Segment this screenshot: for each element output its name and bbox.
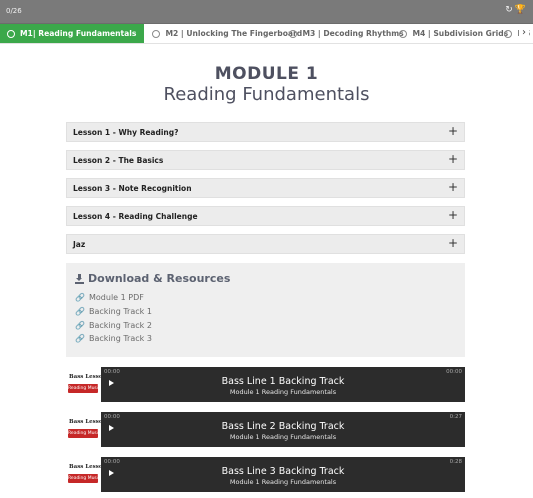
accordion-lesson-1[interactable]: Lesson 1 - Why Reading? + [66, 122, 465, 142]
resource-link-backing-track-3[interactable]: 🔗 Backing Track 3 [75, 334, 152, 343]
chevron-right-icon[interactable]: › [519, 27, 529, 38]
course-logo: Bass Lessons Reading Music 101 [66, 460, 110, 490]
link-icon: 🔗 [75, 334, 85, 343]
link-icon: 🔗 [75, 293, 85, 302]
tab-module-4[interactable]: M4 | Subdivision Grids [392, 24, 508, 43]
audio-track-3: Bass Lessons Reading Music 101 00:00 0:2… [66, 457, 465, 492]
link-icon: 🔗 [75, 307, 85, 316]
topbar-tools: ↻ 🏆 [505, 5, 526, 15]
accordion-lesson-2[interactable]: Lesson 2 - The Basics + [66, 150, 465, 170]
plus-icon[interactable]: + [448, 124, 458, 138]
resource-link-label[interactable]: Module 1 PDF [89, 293, 144, 302]
download-resources-panel: Download & Resources 🔗 Module 1 PDF 🔗 Ba… [66, 263, 465, 357]
accordion-label: Lesson 2 - The Basics [73, 156, 164, 165]
audio-player[interactable]: 00:00 0:27 Bass Line 2 Backing Track Mod… [101, 412, 465, 447]
track-title: Bass Line 2 Backing Track [221, 421, 345, 432]
resources-title-row: Download & Resources [75, 272, 230, 285]
audio-track-2: Bass Lessons Reading Music 101 00:00 0:2… [66, 412, 465, 447]
course-logo: Bass Lessons Reading Music 101 [66, 370, 110, 400]
resource-link-label[interactable]: Backing Track 3 [89, 334, 152, 343]
resource-link-module-pdf[interactable]: 🔗 Module 1 PDF [75, 293, 144, 302]
audio-player[interactable]: 00:00 0:28 Bass Line 3 Backing Track Mod… [101, 457, 465, 492]
radio-icon [399, 29, 408, 38]
module-heading: MODULE 1 Reading Fundamentals [0, 64, 533, 105]
accordion-label: Jaz [73, 240, 86, 249]
tab-label: M3 | Decoding Rhythms [302, 29, 404, 38]
link-icon: 🔗 [75, 321, 85, 330]
course-logo: Bass Lessons Reading Music 101 [66, 415, 110, 445]
tab-label: M1| Reading Fundamentals [20, 29, 137, 38]
track-subtitle: Module 1 Reading Fundamentals [229, 388, 337, 396]
resource-link-backing-track-2[interactable]: 🔗 Backing Track 2 [75, 321, 152, 330]
audio-track-1: Bass Lessons Reading Music 101 00:00 00:… [66, 367, 465, 402]
accordion-jaz[interactable]: Jaz + [66, 234, 465, 254]
plus-icon[interactable]: + [448, 208, 458, 222]
progress-counter: 0/26 [6, 7, 22, 15]
refresh-icon[interactable]: ↻ [505, 5, 513, 15]
logo-badge: Reading Music 101 [68, 429, 98, 438]
accordion-lesson-3[interactable]: Lesson 3 - Note Recognition + [66, 178, 465, 198]
duration: 0:28 [449, 459, 462, 465]
radio-icon [289, 29, 298, 38]
accordion-label: Lesson 3 - Note Recognition [73, 184, 192, 193]
radio-icon [152, 29, 161, 38]
tab-module-2[interactable]: M2 | Unlocking The Fingerboard [144, 24, 302, 43]
tab-module-3[interactable]: M3 | Decoding Rhythms [282, 24, 404, 43]
resource-link-label[interactable]: Backing Track 1 [89, 307, 152, 316]
accordion-label: Lesson 4 - Reading Challenge [73, 212, 198, 221]
track-title: Bass Line 3 Backing Track [221, 466, 345, 477]
accordion-label: Lesson 1 - Why Reading? [73, 128, 179, 137]
track-subtitle: Module 1 Reading Fundamentals [229, 478, 337, 486]
resources-title: Download & Resources [88, 272, 231, 285]
duration: 00:00 [446, 369, 462, 375]
plus-icon[interactable]: + [448, 180, 458, 194]
radio-icon [7, 29, 15, 38]
tab-label: M4 | Subdivision Grids [412, 29, 509, 38]
tab-module-1[interactable]: M1| Reading Fundamentals [0, 24, 145, 43]
module-title: Reading Fundamentals [163, 84, 370, 105]
track-title: Bass Line 1 Backing Track [221, 376, 345, 387]
module-tabs: M1| Reading Fundamentals M2 | Unlocking … [0, 24, 533, 44]
current-time: 00:00 [104, 459, 120, 465]
accordion-lesson-4[interactable]: Lesson 4 - Reading Challenge + [66, 206, 465, 226]
current-time: 00:00 [104, 414, 120, 420]
plus-icon[interactable]: + [448, 152, 458, 166]
resource-link-backing-track-1[interactable]: 🔗 Backing Track 1 [75, 307, 152, 316]
resource-link-label[interactable]: Backing Track 2 [89, 321, 152, 330]
trophy-icon[interactable]: 🏆 [515, 5, 526, 15]
course-topbar: 0/26 ↻ 🏆 [0, 0, 533, 24]
radio-icon [504, 29, 513, 38]
duration: 0:27 [449, 414, 462, 420]
current-time: 00:00 [104, 369, 120, 375]
logo-badge: Reading Music 101 [68, 384, 98, 393]
audio-player[interactable]: 00:00 00:00 Bass Line 1 Backing Track Mo… [101, 367, 465, 402]
module-number: MODULE 1 [214, 64, 319, 84]
download-icon [75, 273, 84, 284]
logo-badge: Reading Music 101 [68, 474, 98, 483]
track-subtitle: Module 1 Reading Fundamentals [229, 433, 337, 441]
plus-icon[interactable]: + [448, 236, 458, 250]
